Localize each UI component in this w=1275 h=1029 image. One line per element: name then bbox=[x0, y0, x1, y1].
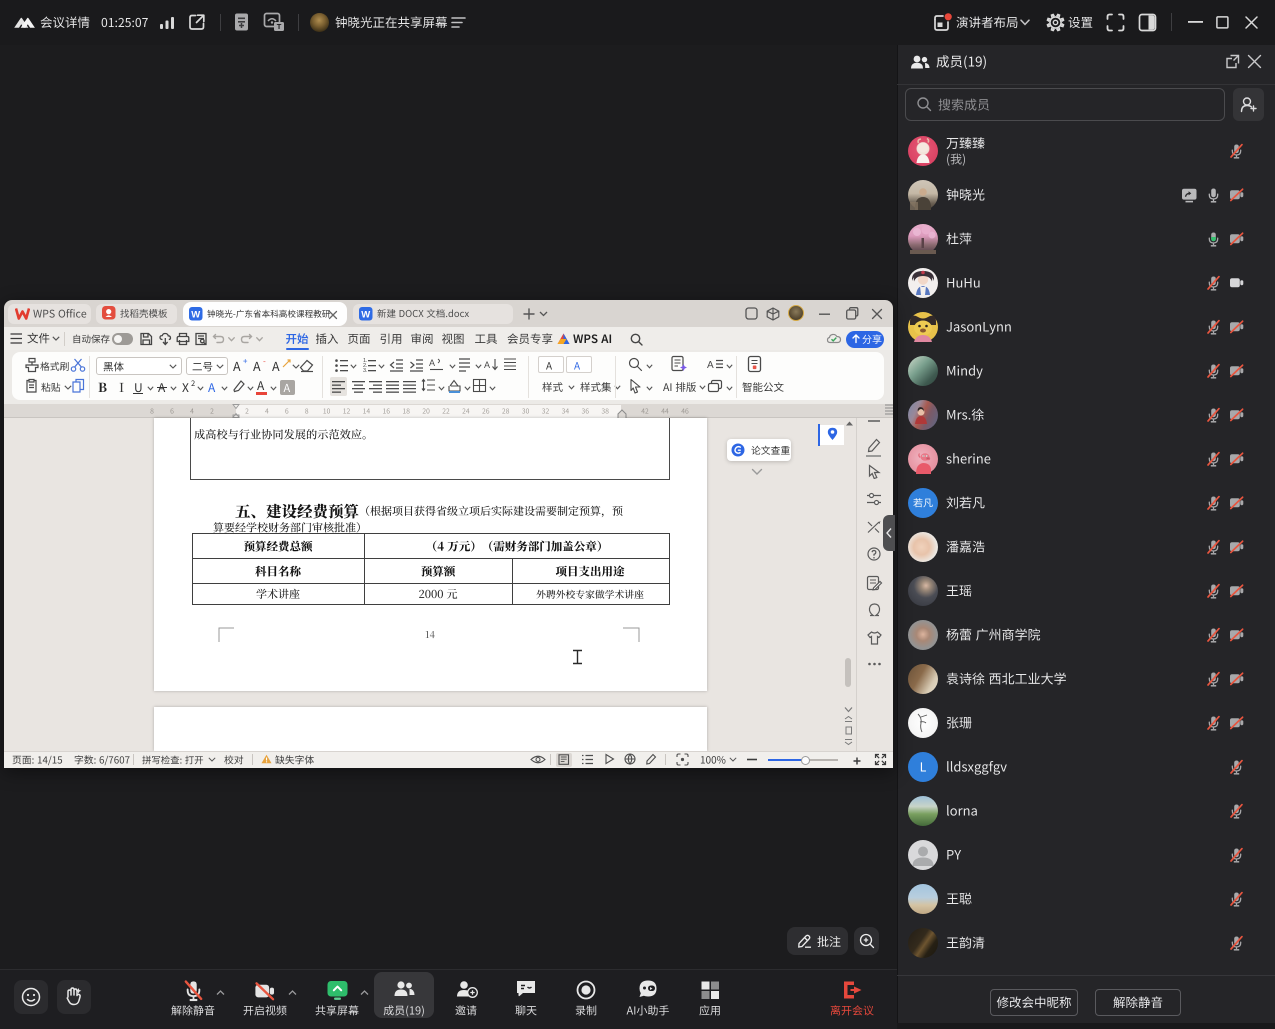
svg-text:W: W bbox=[191, 309, 200, 320]
svg-text:A: A bbox=[429, 358, 435, 368]
svg-text:T: T bbox=[277, 22, 282, 31]
svg-text:A: A bbox=[707, 360, 714, 371]
svg-text:A: A bbox=[484, 360, 490, 370]
svg-text:W: W bbox=[361, 309, 370, 320]
svg-text:3.: 3. bbox=[363, 368, 368, 373]
